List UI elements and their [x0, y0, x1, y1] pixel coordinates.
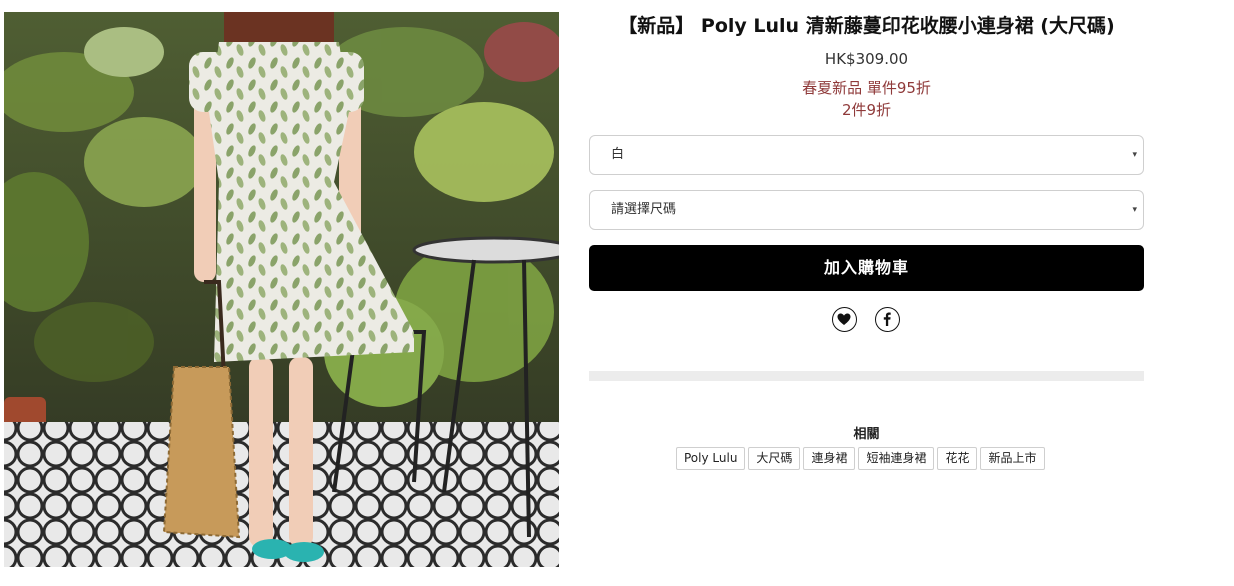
color-select-value: 白: [611, 147, 625, 162]
chevron-down-icon: ▾: [1132, 205, 1137, 215]
tag-link[interactable]: Poly Lulu: [676, 447, 746, 470]
product-photo-illustration: [4, 12, 559, 567]
product-title: 【新品】 Poly Lulu 清新藤蔓印花收腰小連身裙 (大尺碼): [618, 15, 1115, 37]
product-price: HK$309.00: [824, 50, 909, 68]
size-select[interactable]: 請選擇尺碼 ▾: [589, 190, 1144, 230]
add-to-cart-button[interactable]: 加入購物車: [589, 245, 1144, 291]
tag-link[interactable]: 花花: [937, 447, 978, 470]
facebook-share-button[interactable]: [875, 307, 900, 332]
wishlist-button[interactable]: [832, 307, 857, 332]
divider: [589, 371, 1144, 381]
promo-text-secondary: 2件9折: [841, 101, 892, 119]
color-select[interactable]: 白 ▾: [589, 135, 1144, 175]
related-tags: Poly Lulu 大尺碼 連身裙 短袖連身裙 花花 新品上市: [676, 447, 1045, 470]
tag-link[interactable]: 短袖連身裙: [858, 447, 935, 470]
heart-icon: [837, 313, 851, 325]
product-image[interactable]: [4, 12, 559, 567]
tag-link[interactable]: 大尺碼: [748, 447, 801, 470]
related-heading: 相關: [853, 427, 880, 442]
facebook-icon: [883, 312, 891, 326]
size-select-placeholder: 請選擇尺碼: [611, 202, 677, 217]
tag-link[interactable]: 新品上市: [980, 447, 1045, 470]
tag-link[interactable]: 連身裙: [803, 447, 856, 470]
chevron-down-icon: ▾: [1132, 150, 1137, 160]
promo-text: 春夏新品 單件95折: [802, 79, 931, 97]
